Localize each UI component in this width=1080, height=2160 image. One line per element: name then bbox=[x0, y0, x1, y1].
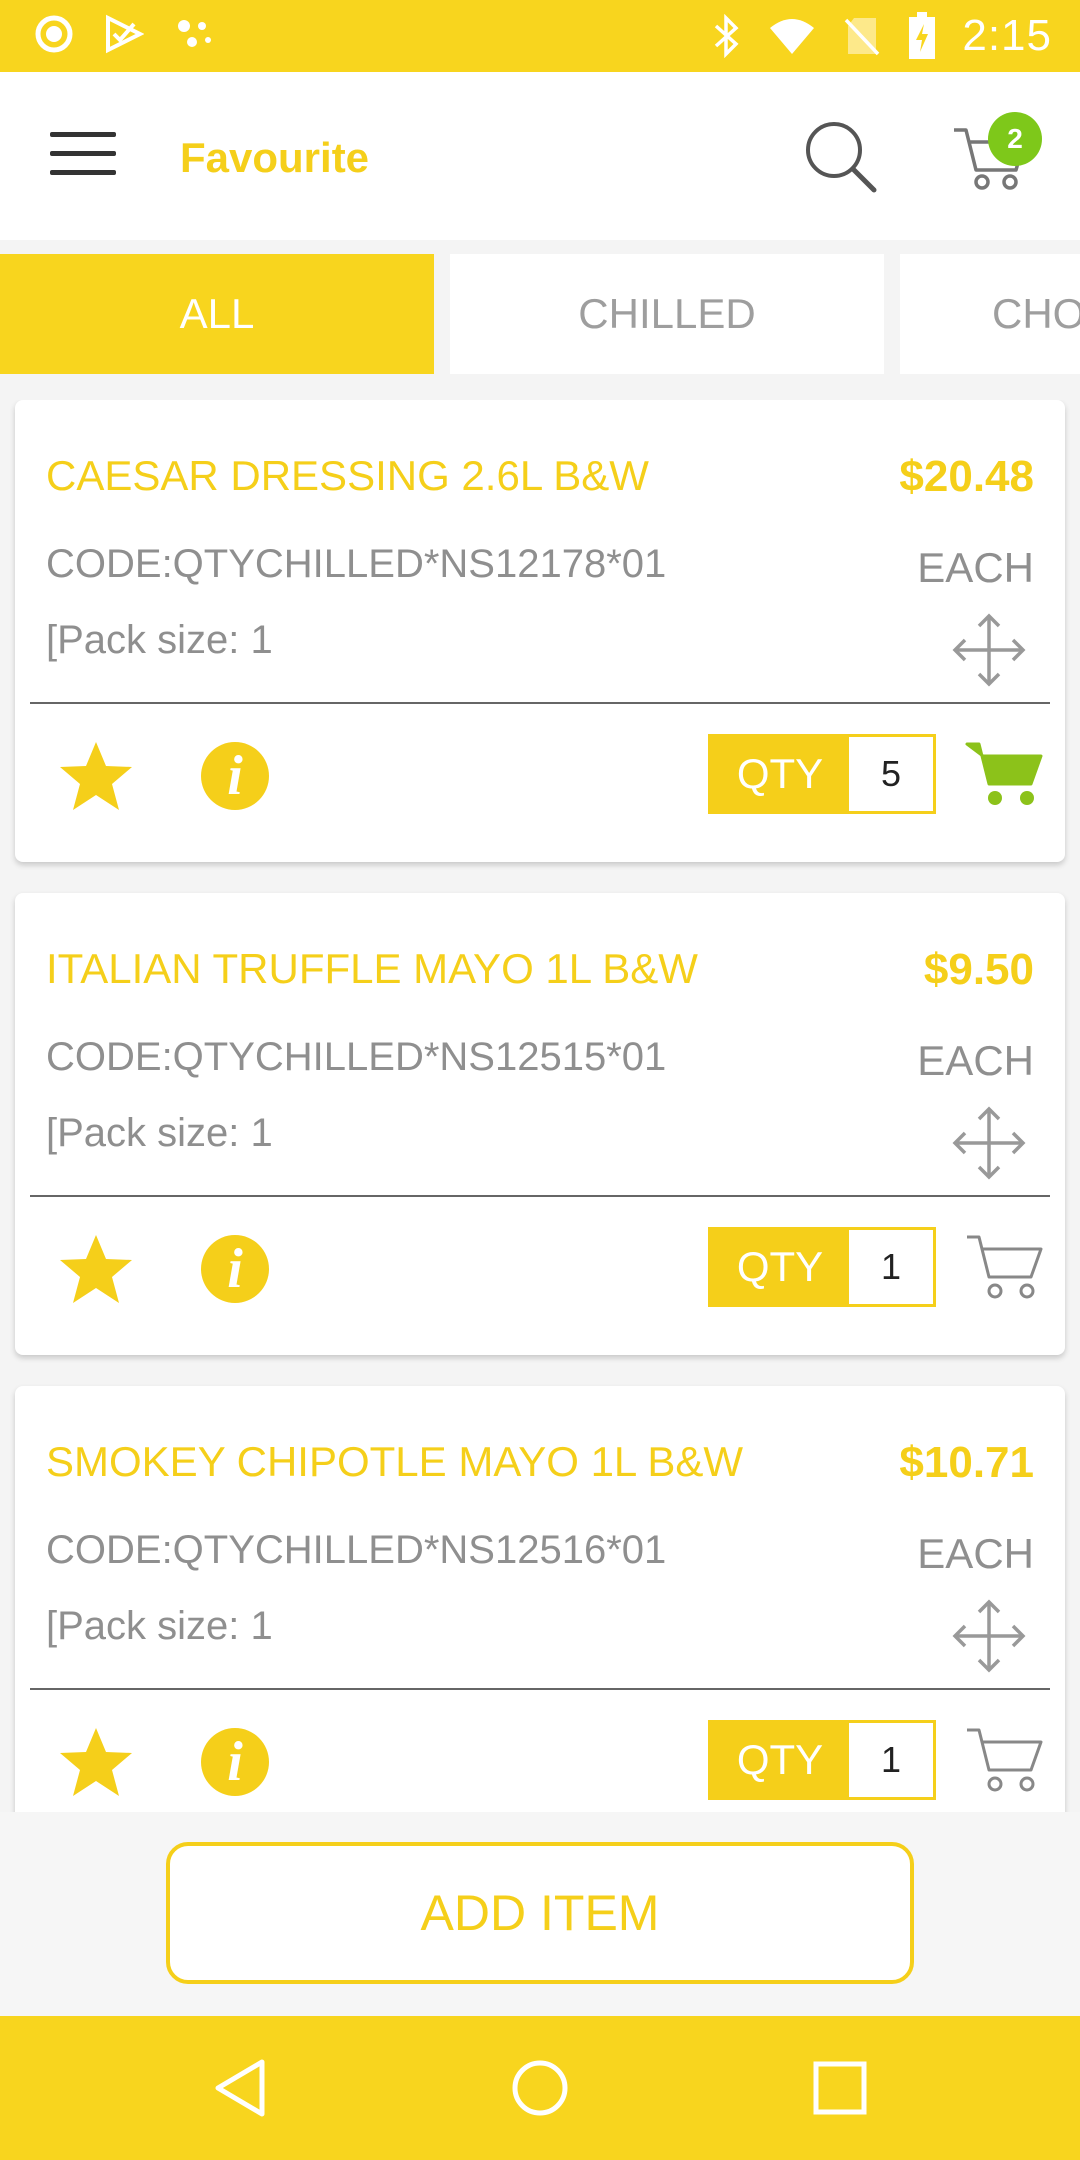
product-card: ITALIAN TRUFFLE MAYO 1L B&W $9.50 CODE:Q… bbox=[15, 893, 1065, 1355]
menu-icon bbox=[50, 132, 116, 137]
product-list[interactable]: CAESAR DRESSING 2.6L B&W $20.48 CODE:QTY… bbox=[0, 400, 1080, 1812]
product-name: CAESAR DRESSING 2.6L B&W bbox=[46, 452, 649, 499]
product-pack-size: [Pack size: 1 bbox=[46, 1111, 273, 1155]
wifi-icon bbox=[770, 19, 815, 54]
add-to-cart-icon[interactable] bbox=[965, 1229, 1045, 1305]
quantity-input[interactable] bbox=[849, 1723, 933, 1797]
product-name: ITALIAN TRUFFLE MAYO 1L B&W bbox=[46, 945, 698, 992]
category-tabs: ALL CHILLED CHO bbox=[0, 254, 1080, 376]
bluetooth-icon bbox=[715, 14, 739, 58]
status-time: 2:15 bbox=[962, 11, 1052, 60]
card-divider bbox=[30, 1688, 1050, 1690]
cart-count-badge: 2 bbox=[988, 112, 1042, 166]
system-nav-bar bbox=[0, 2016, 1080, 2160]
favourite-star-icon[interactable] bbox=[57, 738, 135, 816]
qty-label: QTY bbox=[711, 1723, 849, 1797]
product-card: CAESAR DRESSING 2.6L B&W $20.48 CODE:QTY… bbox=[15, 400, 1065, 862]
quantity-field: QTY bbox=[708, 1227, 936, 1307]
menu-button[interactable] bbox=[50, 132, 116, 180]
back-icon[interactable] bbox=[210, 2056, 274, 2120]
status-bar: 2:15 bbox=[0, 0, 1080, 72]
footer: ADD ITEM bbox=[0, 1812, 1080, 2016]
quantity-field: QTY bbox=[708, 1720, 936, 1800]
dots-icon bbox=[178, 20, 211, 47]
product-pack-size: [Pack size: 1 bbox=[46, 618, 273, 662]
drag-move-icon[interactable] bbox=[951, 612, 1027, 688]
product-pack-size: [Pack size: 1 bbox=[46, 1604, 273, 1648]
tab-chilled[interactable]: CHILLED bbox=[450, 254, 884, 374]
quantity-field: QTY bbox=[708, 734, 936, 814]
drag-move-icon[interactable] bbox=[951, 1105, 1027, 1181]
product-name: SMOKEY CHIPOTLE MAYO 1L B&W bbox=[46, 1438, 744, 1485]
page-title: Favourite bbox=[180, 134, 370, 181]
status-notifications bbox=[34, 14, 214, 54]
add-item-button[interactable]: ADD ITEM bbox=[166, 1842, 914, 1984]
card-divider bbox=[30, 702, 1050, 704]
no-sim-icon bbox=[845, 18, 880, 56]
drag-move-icon[interactable] bbox=[951, 1598, 1027, 1674]
product-code: CODE:QTYCHILLED*NS12516*01 bbox=[46, 1528, 667, 1572]
info-icon[interactable]: i bbox=[201, 1235, 269, 1303]
recent-apps-icon[interactable] bbox=[808, 2056, 872, 2120]
search-icon[interactable] bbox=[802, 118, 878, 194]
tab-all[interactable]: ALL bbox=[0, 254, 434, 374]
product-price: $10.71 bbox=[899, 1438, 1034, 1487]
info-icon[interactable]: i bbox=[201, 742, 269, 810]
status-system: 2:15 bbox=[712, 8, 1052, 64]
product-unit: EACH bbox=[917, 544, 1034, 591]
favourite-star-icon[interactable] bbox=[57, 1231, 135, 1309]
product-code: CODE:QTYCHILLED*NS12178*01 bbox=[46, 542, 667, 586]
product-code: CODE:QTYCHILLED*NS12515*01 bbox=[46, 1035, 667, 1079]
tab-cho[interactable]: CHO bbox=[900, 254, 1080, 374]
info-icon[interactable]: i bbox=[201, 1728, 269, 1796]
add-to-cart-icon[interactable] bbox=[965, 1722, 1045, 1798]
product-card: SMOKEY CHIPOTLE MAYO 1L B&W $10.71 CODE:… bbox=[15, 1386, 1065, 1812]
battery-icon bbox=[909, 12, 936, 59]
product-unit: EACH bbox=[917, 1037, 1034, 1084]
favourite-star-icon[interactable] bbox=[57, 1724, 135, 1802]
quantity-input[interactable] bbox=[849, 737, 933, 811]
qty-label: QTY bbox=[711, 737, 849, 811]
product-unit: EACH bbox=[917, 1530, 1034, 1577]
product-price: $20.48 bbox=[899, 452, 1034, 501]
product-price: $9.50 bbox=[923, 945, 1034, 994]
add-to-cart-icon[interactable] bbox=[965, 736, 1045, 812]
card-divider bbox=[30, 1195, 1050, 1197]
qty-label: QTY bbox=[711, 1230, 849, 1304]
record-icon bbox=[35, 15, 73, 53]
home-icon[interactable] bbox=[508, 2056, 572, 2120]
quantity-input[interactable] bbox=[849, 1230, 933, 1304]
check-flag-icon bbox=[106, 14, 144, 54]
app-bar: Favourite 2 bbox=[0, 72, 1080, 240]
